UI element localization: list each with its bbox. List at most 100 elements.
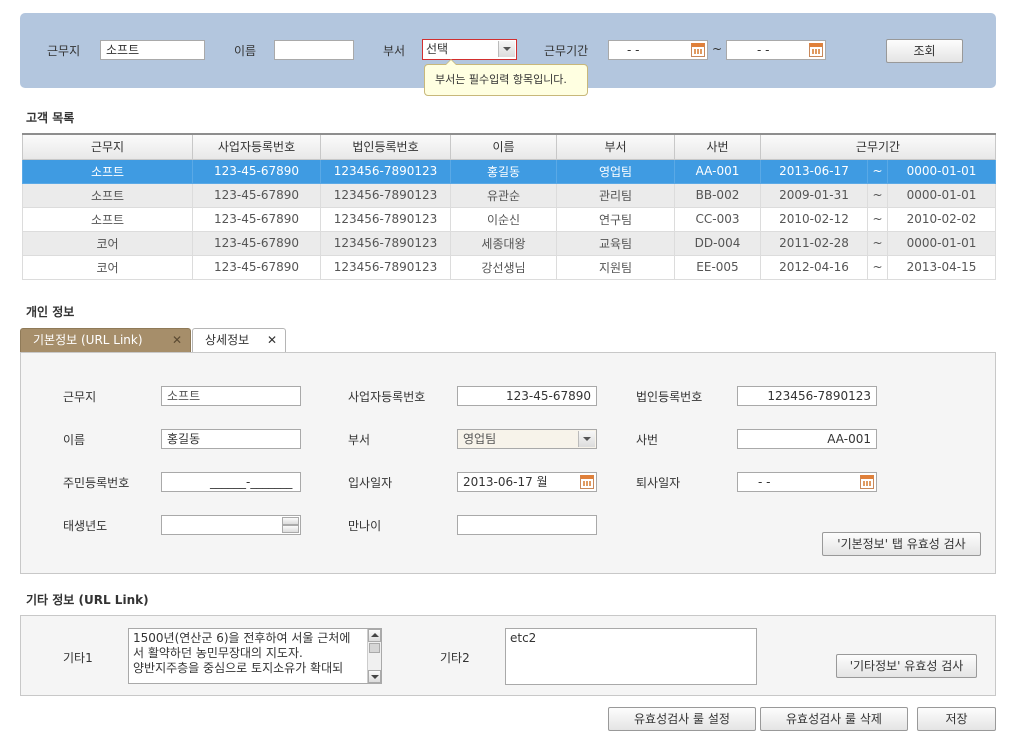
cell-period-sep: ~ — [867, 206, 888, 232]
column-header-workplace[interactable]: 근무지 — [22, 133, 193, 160]
calendar-icon[interactable] — [860, 475, 874, 489]
table-row[interactable]: 소프트 123-45-67890 123456-7890123 홍길동 영업팀 … — [22, 158, 997, 184]
birth-year-spinner[interactable] — [161, 515, 301, 535]
table-row[interactable]: 소프트 123-45-67890 123456-7890123 이순신 연구팀 … — [22, 206, 997, 232]
column-header-name[interactable]: 이름 — [450, 133, 557, 160]
cell-biz-no: 123-45-67890 — [192, 206, 321, 232]
tab-basic-info-label: 기본정보 (URL Link) — [33, 333, 143, 347]
etc2-textarea[interactable]: etc2 — [505, 628, 757, 685]
workplace-search-input[interactable]: 소프트 — [100, 40, 205, 60]
cell-period-sep: ~ — [867, 182, 888, 208]
join-date-value: 2013-06-17 월 — [463, 475, 548, 489]
column-header-dept[interactable]: 부서 — [556, 133, 675, 160]
workplace-field[interactable]: 소프트 — [161, 386, 301, 406]
close-icon[interactable]: ✕ — [267, 329, 277, 351]
age-field[interactable] — [457, 515, 597, 535]
emp-no-field[interactable]: AA-001 — [737, 429, 877, 449]
cell-dept: 연구팀 — [556, 206, 675, 232]
column-header-emp-no[interactable]: 사번 — [674, 133, 761, 160]
cell-name: 홍길동 — [450, 158, 557, 184]
calendar-icon[interactable] — [691, 43, 705, 57]
rrn-label: 주민등록번호 — [63, 476, 130, 490]
cell-corp-no: 123456-7890123 — [320, 182, 451, 208]
cell-biz-no: 123-45-67890 — [192, 158, 321, 184]
cell-workplace: 코어 — [22, 230, 193, 256]
table-row[interactable]: 코어 123-45-67890 123456-7890123 강선생님 지원팀 … — [22, 254, 997, 280]
scroll-thumb[interactable] — [369, 643, 380, 653]
birth-year-label: 태생년도 — [63, 519, 108, 533]
cell-emp-no: BB-002 — [674, 182, 761, 208]
tab-detail-info-label: 상세정보 — [205, 333, 250, 347]
etc1-line: 1500년(연산군 6)을 전후하여 서울 근처에 — [133, 631, 351, 645]
search-button[interactable]: 조회 — [886, 39, 963, 63]
corp-no-field[interactable]: 123456-7890123 — [737, 386, 877, 406]
validate-etc-info-button[interactable]: '기타정보' 유효성 검사 — [836, 654, 977, 678]
scroll-down-icon[interactable] — [368, 670, 381, 683]
column-header-biz-no[interactable]: 사업자등록번호 — [192, 133, 321, 160]
column-header-corp-no[interactable]: 법인등록번호 — [320, 133, 451, 160]
cell-biz-no: 123-45-67890 — [192, 182, 321, 208]
workplace-search-label: 근무지 — [47, 44, 81, 58]
table-row[interactable]: 코어 123-45-67890 123456-7890123 세종대왕 교육팀 … — [22, 230, 997, 256]
period-from-value: - - — [627, 43, 640, 57]
period-to-value: - - — [757, 43, 770, 57]
cell-dept: 지원팀 — [556, 254, 675, 280]
save-button[interactable]: 저장 — [917, 707, 996, 731]
cell-period-sep: ~ — [867, 158, 888, 184]
calendar-icon[interactable] — [809, 43, 823, 57]
set-validation-rules-button[interactable]: 유효성검사 룰 설정 — [608, 707, 756, 731]
delete-validation-rules-button[interactable]: 유효성검사 룰 삭제 — [760, 707, 908, 731]
scroll-up-icon[interactable] — [368, 629, 381, 642]
tab-detail-info[interactable]: 상세정보 ✕ — [192, 328, 286, 352]
cell-biz-no: 123-45-67890 — [192, 254, 321, 280]
cell-period-from: 2009-01-31 — [760, 182, 868, 208]
calendar-icon[interactable] — [580, 475, 594, 489]
chevron-down-icon[interactable] — [578, 431, 595, 447]
cell-period-sep: ~ — [867, 230, 888, 256]
etc1-textarea[interactable]: 1500년(연산군 6)을 전후하여 서울 근처에 서 활약하던 농민무장대의 … — [128, 628, 382, 684]
cell-name: 강선생님 — [450, 254, 557, 280]
period-to-input[interactable]: - - — [726, 40, 826, 60]
name-field[interactable]: 홍길동 — [161, 429, 301, 449]
dept-value: 영업팀 — [463, 432, 497, 446]
biz-no-field[interactable]: 123-45-67890 — [457, 386, 597, 406]
spin-down-icon[interactable] — [282, 525, 299, 533]
etc2-label: 기타2 — [440, 651, 470, 665]
cell-dept: 교육팀 — [556, 230, 675, 256]
join-date-field[interactable]: 2013-06-17 월 — [457, 472, 597, 492]
table-row[interactable]: 소프트 123-45-67890 123456-7890123 유관순 관리팀 … — [22, 182, 997, 208]
workplace-label: 근무지 — [63, 390, 97, 404]
cell-period-from: 2011-02-28 — [760, 230, 868, 256]
column-header-period[interactable]: 근무기간 — [759, 133, 997, 160]
chevron-down-icon[interactable] — [498, 41, 515, 57]
etc1-scrollbar[interactable] — [367, 629, 381, 683]
dept-label: 부서 — [348, 433, 371, 447]
dept-search-value: 선택 — [426, 42, 449, 56]
name-search-label: 이름 — [234, 44, 257, 58]
period-from-input[interactable]: - - — [608, 40, 708, 60]
age-label: 만나이 — [348, 519, 382, 533]
cell-dept: 영업팀 — [556, 158, 675, 184]
close-icon[interactable]: ✕ — [172, 329, 182, 351]
spin-up-icon[interactable] — [282, 517, 299, 525]
etc-info-title: 기타 정보 (URL Link) — [26, 593, 149, 607]
cell-workplace: 코어 — [22, 254, 193, 280]
corp-no-label: 법인등록번호 — [636, 390, 703, 404]
cell-period-to: 2010-02-02 — [886, 206, 997, 232]
name-label: 이름 — [63, 433, 86, 447]
dept-select[interactable]: 영업팀 — [457, 429, 597, 449]
dept-search-select[interactable]: 선택 — [422, 39, 517, 60]
period-separator: ~ — [712, 42, 723, 56]
cell-corp-no: 123456-7890123 — [320, 206, 451, 232]
cell-workplace: 소프트 — [22, 158, 193, 184]
leave-date-field[interactable]: - - — [737, 472, 877, 492]
name-search-input[interactable] — [274, 40, 354, 60]
validate-basic-info-button[interactable]: '기본정보' 탭 유효성 검사 — [822, 532, 981, 556]
cell-biz-no: 123-45-67890 — [192, 230, 321, 256]
cell-period-from: 2010-02-12 — [760, 206, 868, 232]
period-search-label: 근무기간 — [544, 44, 589, 58]
tab-basic-info[interactable]: 기본정보 (URL Link) ✕ — [20, 328, 191, 352]
cell-name: 이순신 — [450, 206, 557, 232]
customer-list-title: 고객 목록 — [26, 111, 75, 125]
rrn-field[interactable]: ______-_______ — [161, 472, 301, 492]
